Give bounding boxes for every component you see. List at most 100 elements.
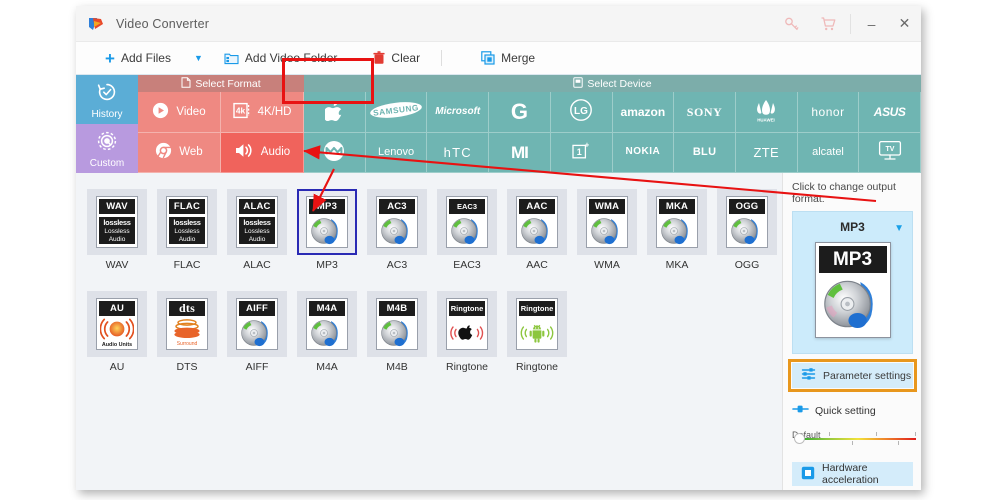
ringtone-android-icon-body — [517, 316, 557, 349]
format-tab-web[interactable]: Web — [138, 132, 221, 173]
quality-slider-knob[interactable] — [794, 433, 805, 444]
device-tv[interactable]: TV — [859, 132, 921, 173]
format-tile-m4b[interactable]: M4B M4B — [362, 287, 432, 373]
add-files-button[interactable]: + Add Files — [98, 42, 178, 74]
format-tile-ac3[interactable]: AC3 AC3 — [362, 185, 432, 271]
chevron-down-icon[interactable]: ▼ — [194, 53, 203, 63]
format-tile-au-box: AU Audio Units — [87, 291, 147, 357]
document-icon — [181, 76, 191, 91]
quality-slider[interactable]: Default — [792, 430, 916, 452]
format-tile-ac3-box: AC3 — [367, 189, 427, 255]
selector-main: Select Format Select Device Video 4k 4K/… — [138, 75, 921, 173]
minimize-button[interactable]: – — [855, 6, 888, 42]
folder-video-icon — [224, 52, 239, 65]
device-motorola[interactable] — [304, 132, 366, 173]
hardware-acceleration-button[interactable]: Hardware acceleration — [792, 462, 913, 486]
device-apple[interactable] — [304, 92, 366, 133]
format-tile-mka-box: MKA — [647, 189, 707, 255]
device-amazon[interactable]: amazon — [612, 92, 675, 133]
microsoft-logo: Microsoft — [435, 105, 481, 117]
device-lenovo[interactable]: Lenovo — [365, 132, 428, 173]
format-tile-aiff-label: AIFF — [245, 361, 269, 373]
device-samsung[interactable]: SAMSUNG — [365, 92, 428, 133]
clear-button[interactable]: Clear — [366, 42, 427, 74]
device-oneplus[interactable]: 1 + — [550, 132, 613, 173]
format-tile-aac[interactable]: AAC AAC — [502, 185, 572, 271]
output-format-card[interactable]: MP3 ▼ MP3 — [792, 211, 913, 354]
aac-file-icon: AAC — [516, 196, 558, 248]
alcatel-logo: alcatel — [812, 145, 844, 158]
device-sony[interactable]: SONY — [674, 92, 736, 133]
quality-slider-track — [800, 438, 916, 440]
audio-units-icon — [100, 318, 134, 340]
dts-icon-body: Surround — [167, 316, 207, 349]
format-tile-ogg[interactable]: OGG OGG — [712, 185, 782, 271]
format-tile-au[interactable]: AU Audio Units AU — [82, 287, 152, 373]
ac3-icon-body — [377, 214, 417, 247]
device-google[interactable]: G — [489, 92, 551, 133]
add-video-folder-button[interactable]: Add Video Folder — [217, 42, 345, 74]
mp3-badge: MP3 — [309, 199, 345, 214]
format-tab-audio[interactable]: Audio — [221, 132, 304, 173]
format-tile-ac3-label: AC3 — [386, 259, 408, 271]
m4a-icon-body — [307, 316, 347, 349]
samsung-logo: SAMSUNG — [369, 100, 423, 123]
format-tile-mp3[interactable]: MP3 MP3 — [292, 185, 362, 271]
format-tile-ringtone-ios[interactable]: Ringtone Ringtone — [432, 287, 502, 373]
format-tile-flac[interactable]: FLAC lossless Lossless Audio FLAC — [152, 185, 222, 271]
device-asus[interactable]: ASUS — [859, 92, 921, 133]
disc-note-icon — [591, 217, 618, 244]
chevron-down-icon[interactable]: ▼ — [894, 223, 904, 234]
merge-icon — [481, 51, 495, 65]
huawei-logo: HUAWEI — [751, 97, 781, 126]
m4b-file-icon: M4B — [376, 298, 418, 350]
format-tab-4khd[interactable]: 4k 4K/HD — [221, 92, 304, 133]
device-nokia[interactable]: NOKIA — [612, 132, 675, 173]
format-tile-wma[interactable]: WMA WMA — [572, 185, 642, 271]
device-microsoft[interactable]: Microsoft — [427, 92, 490, 133]
sidebar-item-history-label: History — [91, 108, 123, 120]
format-tile-mka[interactable]: MKA MKA — [642, 185, 712, 271]
format-tile-au-label: AU — [109, 361, 125, 373]
format-tile-dts-box: dts Surround — [157, 291, 217, 357]
add-files-label: Add Files — [120, 51, 171, 65]
device-huawei[interactable]: HUAWEI — [735, 92, 798, 133]
format-tile-ringtone-android[interactable]: Ringtone Ringtone — [502, 287, 572, 373]
device-htc[interactable]: hTC — [427, 132, 490, 173]
asus-logo: ASUS — [873, 104, 906, 119]
format-tab-video-label: Video — [176, 105, 206, 118]
mp3-large-icon-body — [819, 273, 887, 334]
format-tile-m4a[interactable]: M4A M4A — [292, 287, 362, 373]
format-tile-wav[interactable]: WAV lossless Lossless Audio WAV — [82, 185, 152, 271]
sidebar-item-custom[interactable]: Custom — [76, 124, 138, 173]
device-lg[interactable]: LG — [550, 92, 613, 133]
device-alcatel[interactable]: alcatel — [797, 132, 860, 173]
device-zte[interactable]: ZTE — [735, 132, 798, 173]
format-tile-aiff[interactable]: AIFF AIFF — [222, 287, 292, 373]
format-tile-m4a-box: M4A — [297, 291, 357, 357]
cart-icon[interactable] — [810, 6, 846, 42]
format-tab-video[interactable]: Video — [138, 92, 221, 133]
merge-button[interactable]: Merge — [474, 42, 542, 74]
format-tile-eac3[interactable]: EAC3 EAC3 — [432, 185, 502, 271]
slider-tick — [852, 441, 853, 445]
sidebar-item-history[interactable]: History — [76, 75, 138, 124]
device-honor[interactable]: honor — [797, 92, 860, 133]
format-tile-mka-label: MKA — [665, 259, 689, 271]
quick-setting-row[interactable]: Quick setting — [792, 404, 913, 417]
au-badge: AU — [99, 301, 135, 316]
aiff-icon-body — [237, 316, 277, 349]
close-button[interactable]: ✕ — [888, 6, 921, 42]
format-tile-dts[interactable]: dts Surround DTS — [152, 287, 222, 373]
format-tile-alac[interactable]: ALAC lossless Lossless Audio ALAC — [222, 185, 292, 271]
4k-icon: 4k — [232, 102, 251, 122]
output-format-preview: MP3 — [799, 242, 906, 338]
device-blu[interactable]: BLU — [674, 132, 736, 173]
mka-icon-body — [657, 214, 697, 247]
output-panel-title: Click to change output format: — [792, 181, 896, 205]
parameter-settings-button[interactable]: Parameter settings — [788, 359, 917, 392]
key-icon[interactable] — [774, 6, 810, 42]
select-format-label: Select Format — [195, 77, 261, 90]
device-xiaomi[interactable]: MI — [489, 132, 551, 173]
format-tile-flac-label: FLAC — [173, 259, 201, 271]
